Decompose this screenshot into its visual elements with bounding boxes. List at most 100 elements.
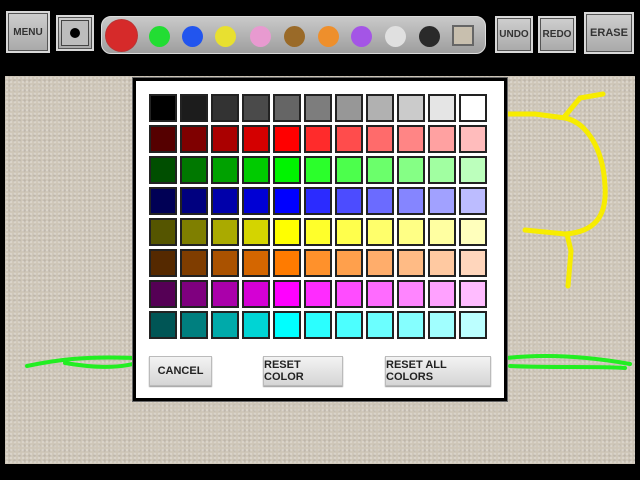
color-cell[interactable] (397, 249, 425, 277)
color-cell[interactable] (366, 156, 394, 184)
color-cell[interactable] (366, 218, 394, 246)
color-cell[interactable] (397, 218, 425, 246)
color-cell[interactable] (397, 187, 425, 215)
color-cell[interactable] (180, 187, 208, 215)
color-cell[interactable] (273, 187, 301, 215)
color-cell[interactable] (180, 156, 208, 184)
palette-color[interactable] (215, 26, 236, 47)
color-cell[interactable] (397, 94, 425, 122)
color-cell[interactable] (211, 125, 239, 153)
reset-color-button[interactable]: RESET COLOR (263, 356, 343, 386)
color-cell[interactable] (459, 311, 487, 339)
color-cell[interactable] (335, 156, 363, 184)
color-cell[interactable] (366, 187, 394, 215)
reset-all-colors-button[interactable]: RESET ALL COLORS (385, 356, 491, 386)
color-cell[interactable] (273, 156, 301, 184)
color-cell[interactable] (459, 280, 487, 308)
color-cell[interactable] (149, 311, 177, 339)
color-cell[interactable] (459, 94, 487, 122)
color-cell[interactable] (149, 94, 177, 122)
color-cell[interactable] (211, 218, 239, 246)
color-cell[interactable] (180, 218, 208, 246)
color-cell[interactable] (211, 311, 239, 339)
color-cell[interactable] (273, 125, 301, 153)
color-cell[interactable] (366, 249, 394, 277)
custom-color-swatch[interactable] (452, 25, 474, 46)
color-cell[interactable] (459, 218, 487, 246)
color-cell[interactable] (242, 156, 270, 184)
color-cell[interactable] (304, 187, 332, 215)
color-cell[interactable] (304, 280, 332, 308)
color-cell[interactable] (397, 156, 425, 184)
palette-color[interactable] (250, 26, 271, 47)
palette-color[interactable] (149, 26, 170, 47)
cancel-button[interactable]: CANCEL (149, 356, 212, 386)
color-cell[interactable] (335, 311, 363, 339)
color-cell[interactable] (428, 249, 456, 277)
color-cell[interactable] (428, 187, 456, 215)
color-cell[interactable] (273, 218, 301, 246)
color-cell[interactable] (180, 94, 208, 122)
color-cell[interactable] (149, 249, 177, 277)
color-cell[interactable] (211, 94, 239, 122)
color-cell[interactable] (180, 280, 208, 308)
palette-color[interactable] (419, 26, 440, 47)
color-cell[interactable] (149, 187, 177, 215)
color-cell[interactable] (304, 249, 332, 277)
color-cell[interactable] (242, 94, 270, 122)
color-cell[interactable] (428, 94, 456, 122)
color-cell[interactable] (242, 187, 270, 215)
color-cell[interactable] (304, 311, 332, 339)
undo-button[interactable]: UNDO (495, 16, 533, 53)
color-cell[interactable] (180, 311, 208, 339)
color-cell[interactable] (428, 280, 456, 308)
color-cell[interactable] (211, 280, 239, 308)
color-cell[interactable] (211, 187, 239, 215)
color-cell[interactable] (304, 218, 332, 246)
color-cell[interactable] (366, 311, 394, 339)
color-cell[interactable] (149, 125, 177, 153)
color-cell[interactable] (459, 125, 487, 153)
color-cell[interactable] (428, 311, 456, 339)
color-cell[interactable] (242, 125, 270, 153)
color-cell[interactable] (428, 218, 456, 246)
color-cell[interactable] (242, 280, 270, 308)
color-cell[interactable] (273, 280, 301, 308)
color-cell[interactable] (242, 249, 270, 277)
color-cell[interactable] (273, 94, 301, 122)
color-cell[interactable] (242, 311, 270, 339)
menu-button[interactable]: MENU (6, 11, 50, 53)
color-cell[interactable] (428, 125, 456, 153)
color-cell[interactable] (304, 156, 332, 184)
palette-color[interactable] (351, 26, 372, 47)
palette-color[interactable] (284, 26, 305, 47)
color-cell[interactable] (335, 187, 363, 215)
palette-color-selected[interactable] (106, 20, 137, 51)
color-cell[interactable] (180, 249, 208, 277)
palette-color[interactable] (182, 26, 203, 47)
color-cell[interactable] (149, 218, 177, 246)
color-cell[interactable] (335, 94, 363, 122)
color-cell[interactable] (149, 280, 177, 308)
color-cell[interactable] (180, 125, 208, 153)
color-cell[interactable] (366, 125, 394, 153)
color-cell[interactable] (335, 249, 363, 277)
color-cell[interactable] (149, 156, 177, 184)
erase-button[interactable]: ERASE (584, 12, 634, 54)
color-cell[interactable] (428, 156, 456, 184)
palette-color[interactable] (385, 26, 406, 47)
color-cell[interactable] (366, 280, 394, 308)
color-cell[interactable] (211, 249, 239, 277)
color-cell[interactable] (211, 156, 239, 184)
color-cell[interactable] (304, 94, 332, 122)
color-cell[interactable] (335, 218, 363, 246)
color-cell[interactable] (397, 125, 425, 153)
color-cell[interactable] (335, 125, 363, 153)
color-cell[interactable] (459, 156, 487, 184)
color-cell[interactable] (273, 249, 301, 277)
brush-size-button[interactable] (56, 15, 94, 51)
color-cell[interactable] (397, 280, 425, 308)
color-cell[interactable] (242, 218, 270, 246)
palette-color[interactable] (318, 26, 339, 47)
color-cell[interactable] (273, 311, 301, 339)
